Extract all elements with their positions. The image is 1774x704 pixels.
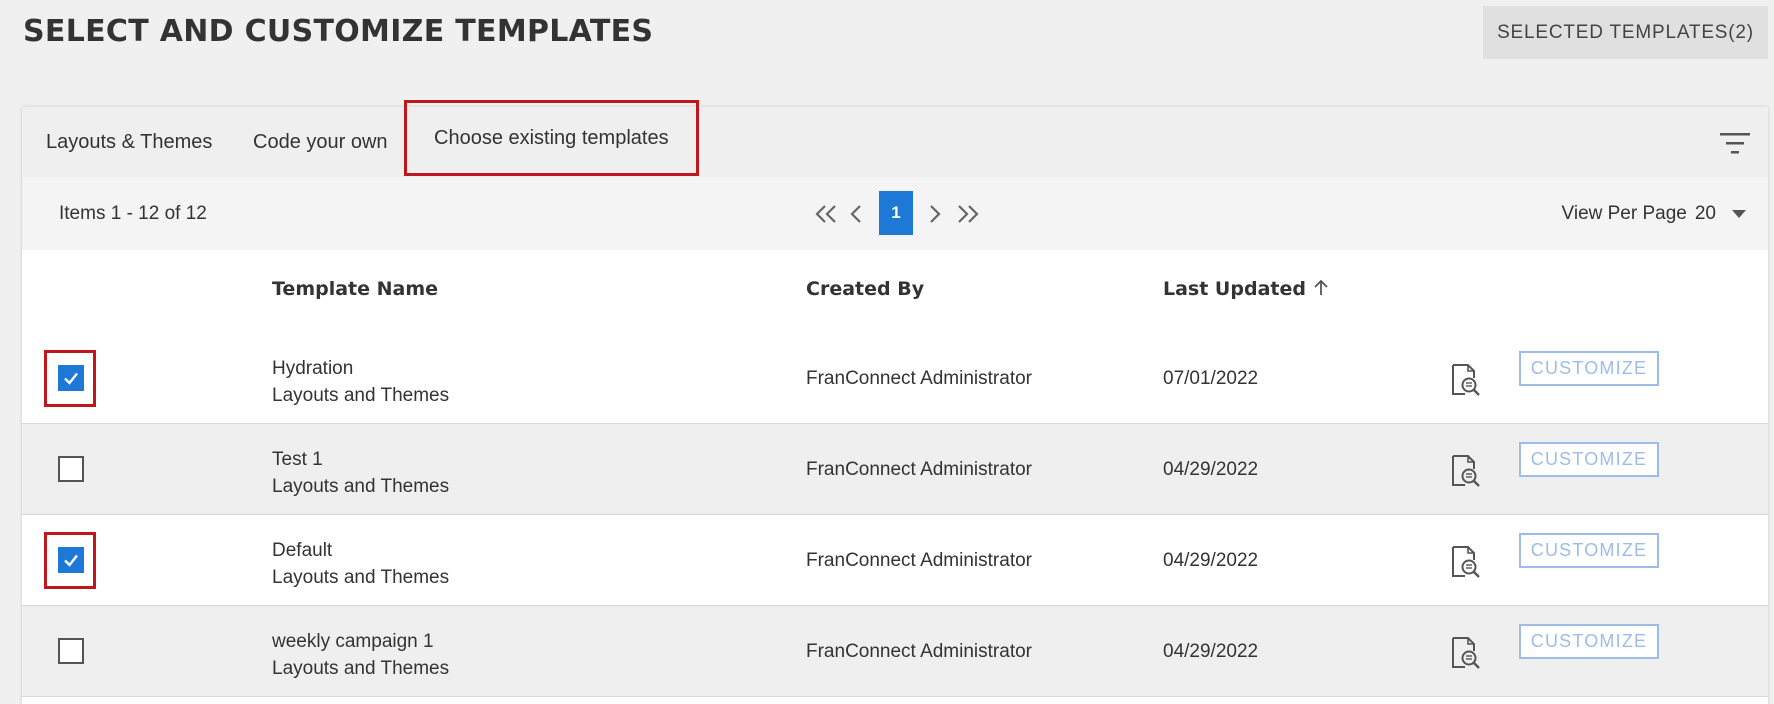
customize-button[interactable]: CUSTOMIZE: [1519, 442, 1659, 477]
template-type: Layouts and Themes: [272, 476, 450, 497]
items-count: Items 1 - 12 of 12: [59, 203, 207, 224]
created-by-cell: FranConnect Administrator: [806, 641, 1032, 662]
template-name: weekly campaign 1: [272, 631, 434, 652]
created-by-cell: FranConnect Administrator: [806, 550, 1032, 571]
template-name-cell: weekly campaign 1 Layouts and Themes: [272, 628, 449, 682]
column-header-label: Last Updated: [1163, 278, 1306, 300]
last-updated-cell: 04/29/2022: [1163, 459, 1259, 480]
preview-icon[interactable]: [1450, 363, 1482, 397]
filter-icon[interactable]: [1720, 131, 1750, 155]
column-header-template-name[interactable]: Template Name: [272, 278, 438, 300]
table-row: weekly campaign 1 Layouts and Themes FranC…: [22, 606, 1768, 697]
template-name: Hydration: [272, 358, 354, 379]
template-name: Test 1: [272, 449, 323, 470]
template-type: Layouts and Themes: [272, 385, 450, 406]
chevron-down-icon: [1732, 209, 1746, 218]
template-name-cell: Default Layouts and Themes: [272, 537, 449, 591]
customize-button[interactable]: CUSTOMIZE: [1519, 624, 1659, 659]
tab-layouts-themes[interactable]: Layouts & Themes: [46, 107, 212, 177]
customize-button[interactable]: CUSTOMIZE: [1519, 351, 1659, 386]
column-header-last-updated[interactable]: Last Updated: [1163, 278, 1328, 300]
last-page-icon[interactable]: [954, 177, 982, 250]
row-checkbox[interactable]: [58, 456, 84, 482]
template-type: Layouts and Themes: [272, 567, 450, 588]
view-per-page-select[interactable]: View Per Page 20: [1562, 177, 1746, 250]
template-name-cell: Hydration Layouts and Themes: [272, 355, 449, 409]
page-title: SELECT AND CUSTOMIZE TEMPLATES: [23, 14, 654, 49]
table-row: Hydration Layouts and Themes FranConnect A…: [22, 333, 1768, 424]
column-header-created-by[interactable]: Created By: [806, 278, 924, 300]
view-per-page-value: 20: [1694, 203, 1716, 224]
page-number-current[interactable]: 1: [879, 191, 913, 235]
row-checkbox[interactable]: [58, 365, 84, 391]
last-updated-cell: 04/29/2022: [1163, 641, 1259, 662]
template-type: Layouts and Themes: [272, 658, 450, 679]
view-per-page-label: View Per Page: [1561, 203, 1687, 224]
last-updated-cell: 07/01/2022: [1163, 368, 1259, 389]
selected-templates-button[interactable]: SELECTED TEMPLATES(2): [1483, 6, 1768, 59]
templates-panel: Layouts & Themes Code your own Choose ex…: [22, 100, 1768, 704]
created-by-cell: FranConnect Administrator: [806, 368, 1032, 389]
created-by-cell: FranConnect Administrator: [806, 459, 1032, 480]
prev-page-icon[interactable]: [846, 177, 866, 250]
preview-icon[interactable]: [1450, 545, 1482, 579]
next-page-icon[interactable]: [925, 177, 945, 250]
preview-icon[interactable]: [1450, 636, 1482, 670]
customize-button[interactable]: CUSTOMIZE: [1519, 533, 1659, 568]
preview-icon[interactable]: [1450, 454, 1482, 488]
template-name-cell: Test 1 Layouts and Themes: [272, 446, 449, 500]
first-page-icon[interactable]: [812, 177, 840, 250]
table-row: Default Layouts and Themes FranConnect Adm…: [22, 515, 1768, 606]
arrow-up-icon: [1314, 278, 1328, 300]
table-row: Test 1 Layouts and Themes FranConnect Admi…: [22, 424, 1768, 515]
template-name: Default: [272, 540, 333, 561]
row-checkbox[interactable]: [58, 638, 84, 664]
row-checkbox[interactable]: [58, 547, 84, 573]
tab-code-your-own[interactable]: Code your own: [253, 107, 388, 177]
tab-bar: Layouts & Themes Code your own Choose ex…: [22, 100, 1768, 177]
last-updated-cell: 04/29/2022: [1163, 550, 1259, 571]
tab-choose-existing-templates[interactable]: Choose existing templates: [404, 100, 699, 176]
